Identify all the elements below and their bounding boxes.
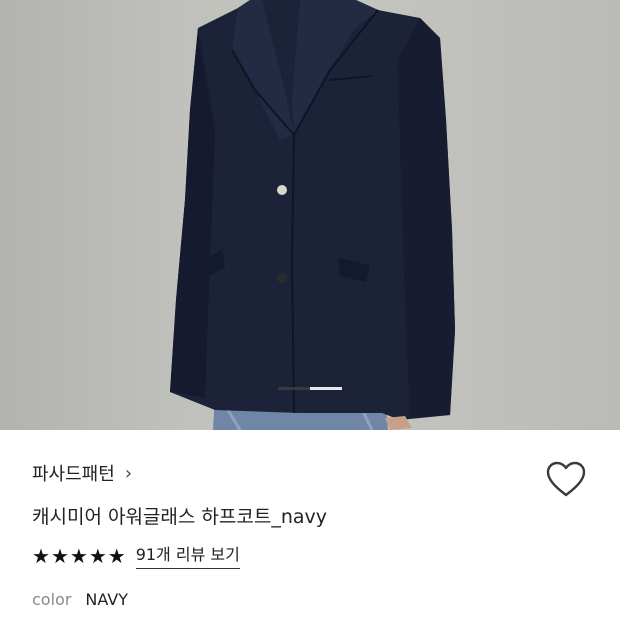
star-filled-icon: ★ [88, 544, 107, 568]
product-title: 캐시미어 아워글래스 하프코트_navy [32, 506, 327, 528]
reviews-link[interactable]: 91개 리뷰 보기 [135, 543, 240, 569]
brand-link[interactable]: 파사드패턴 › [32, 460, 132, 486]
brand-name[interactable]: 파사드패턴 [32, 460, 115, 486]
color-option: color NAVY [32, 590, 128, 609]
rating-row: ★ ★ ★ ★ ★ 91개 리뷰 보기 [32, 543, 240, 569]
color-label: color [32, 590, 72, 609]
rating-stars: ★ ★ ★ ★ ★ [32, 544, 126, 568]
carousel-indicator[interactable] [310, 387, 342, 390]
star-filled-icon: ★ [107, 544, 126, 568]
color-value: NAVY [85, 590, 129, 609]
star-filled-icon: ★ [32, 544, 50, 568]
chevron-right-icon: › [124, 462, 133, 484]
star-filled-icon: ★ [69, 544, 88, 568]
star-filled-icon: ★ [50, 544, 69, 568]
heart-outline-icon[interactable] [545, 460, 587, 500]
carousel-indicator-active[interactable] [278, 387, 310, 390]
coat-photo [170, 0, 455, 430]
product-image[interactable] [0, 0, 620, 430]
